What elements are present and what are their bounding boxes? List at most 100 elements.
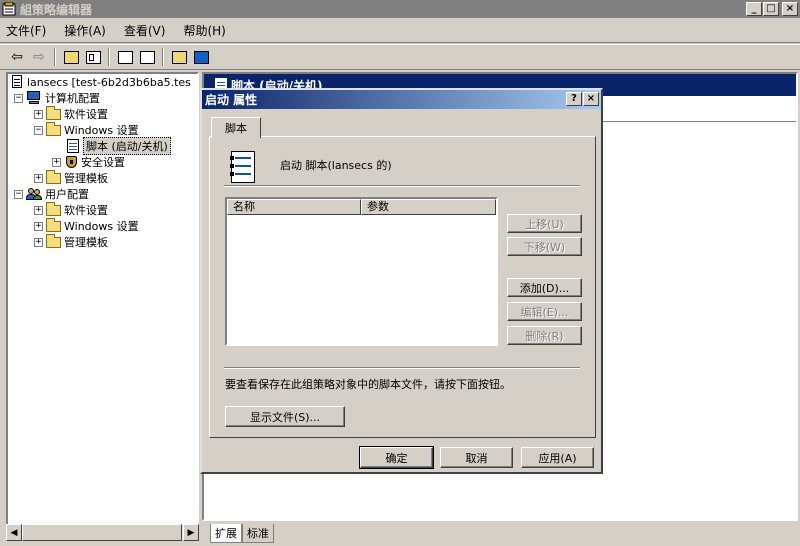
users-icon <box>26 187 42 201</box>
ok-button[interactable]: 确定 <box>359 446 434 469</box>
window-titlebar[interactable]: 組策略编辑器 _ □ × <box>0 0 800 18</box>
show-files-button[interactable]: 显示文件(S)... <box>225 406 345 427</box>
menu-action[interactable]: 操作(A) <box>64 22 106 39</box>
cancel-button[interactable]: 取消 <box>440 447 513 468</box>
folder-icon <box>46 201 61 216</box>
folder-icon <box>46 169 61 184</box>
toolbar-separator <box>108 48 110 66</box>
expand-icon[interactable]: + <box>34 221 43 231</box>
security-icon <box>64 155 78 169</box>
toolbar-separator <box>54 48 56 66</box>
dialog-title: 启动 属性 <box>205 93 258 107</box>
tree-user-config[interactable]: − 用户配置 <box>14 186 89 202</box>
dialog-titlebar[interactable]: 启动 属性 ? × <box>202 90 601 109</box>
collapse-icon[interactable]: − <box>14 93 23 103</box>
minimize-button[interactable]: _ <box>746 2 762 16</box>
tree-software-settings[interactable]: + 软件设置 <box>34 105 108 122</box>
tree-label: 管理模板 <box>64 236 108 249</box>
forward-arrow-icon: ⇨ <box>33 49 45 65</box>
close-button[interactable]: × <box>782 2 798 16</box>
forward-button[interactable]: ⇨ <box>28 47 50 67</box>
expand-icon[interactable]: + <box>34 205 43 215</box>
tree-user-software-settings[interactable]: + 软件设置 <box>34 201 108 218</box>
tree-pane-icon <box>85 50 101 64</box>
tree-label: 用户配置 <box>45 188 89 201</box>
panel-title: 启动 脚本(lansecs 的) <box>280 159 392 172</box>
maximize-button[interactable]: □ <box>763 2 779 16</box>
up-folder-icon <box>63 50 79 64</box>
scripts-tab-panel: 启动 脚本(lansecs 的) 名称 参数 上移(U) 下移(W) 添加(D)… <box>209 136 596 438</box>
scroll-right-button[interactable]: ▶ <box>183 524 199 541</box>
tree-label: 管理模板 <box>64 172 108 185</box>
tree-admin-templates[interactable]: + 管理模板 <box>34 169 108 186</box>
startup-properties-dialog: 启动 属性 ? × 脚本 启动 脚本(lansecs 的) 名称 参数 上移(U… <box>200 88 603 474</box>
tree-security-settings[interactable]: + 安全设置 <box>52 154 125 170</box>
tree-root-label: lansecs [test-6b2d3b6ba5.tes <box>27 75 191 89</box>
properties-button[interactable] <box>114 47 136 67</box>
group-policy-app-icon <box>2 1 16 16</box>
remove-button[interactable]: 删除(R) <box>507 326 582 345</box>
tree-label: Windows 设置 <box>64 124 139 137</box>
menu-file[interactable]: 文件(F) <box>6 22 46 39</box>
tree-user-windows-settings[interactable]: + Windows 设置 <box>34 217 139 234</box>
export-list-icon <box>139 50 155 64</box>
column-header-name[interactable]: 名称 <box>227 199 361 215</box>
column-header-params[interactable]: 参数 <box>361 199 496 215</box>
scripts-list[interactable]: 名称 参数 <box>225 197 498 346</box>
move-down-button[interactable]: 下移(W) <box>507 237 582 256</box>
folder-icon <box>46 121 61 136</box>
tree-windows-settings[interactable]: − Windows 设置 <box>34 121 139 138</box>
tree-computer-config[interactable]: − 计算机配置 <box>14 90 100 106</box>
expand-icon[interactable]: + <box>34 109 43 119</box>
console-tree[interactable]: lansecs [test-6b2d3b6ba5.tes − 计算机配置 + 软… <box>6 72 199 541</box>
tree-label: 计算机配置 <box>45 92 100 105</box>
folder-icon <box>46 233 61 248</box>
view-tabs: 扩展 标准 <box>202 524 798 543</box>
properties-icon <box>117 50 133 64</box>
console-view-icon <box>193 50 209 64</box>
edit-button[interactable]: 编辑(E)... <box>507 302 582 321</box>
up-level-button[interactable] <box>60 47 82 67</box>
menu-view[interactable]: 查看(V) <box>124 22 166 39</box>
dialog-help-button[interactable]: ? <box>566 92 582 106</box>
folder-icon <box>46 217 61 232</box>
window-title: 組策略编辑器 <box>20 2 93 17</box>
tree-user-admin-templates[interactable]: + 管理模板 <box>34 233 108 250</box>
expand-icon[interactable]: + <box>34 237 43 247</box>
tree-horizontal-scrollbar[interactable]: ◀ ▶ <box>6 524 199 541</box>
toolbar-separator <box>162 48 164 66</box>
export-list-button[interactable] <box>136 47 158 67</box>
tree-label: 软件设置 <box>64 108 108 121</box>
help-button[interactable] <box>168 47 190 67</box>
help-icon <box>171 50 187 64</box>
tree-scripts[interactable]: 脚本 (启动/关机) <box>66 137 171 155</box>
tab-standard[interactable]: 标准 <box>242 524 274 543</box>
collapse-icon[interactable]: − <box>34 125 43 135</box>
scroll-left-button[interactable]: ◀ <box>6 524 22 541</box>
info-text: 要查看保存在此组策略对象中的脚本文件，请按下面按钮。 <box>225 378 511 391</box>
back-button[interactable]: ⇦ <box>6 47 28 67</box>
expand-icon[interactable]: + <box>34 173 43 183</box>
tab-extended[interactable]: 扩展 <box>210 524 242 543</box>
add-button[interactable]: 添加(D)... <box>507 278 582 297</box>
expand-icon[interactable]: + <box>52 157 61 167</box>
script-document-icon <box>228 151 258 185</box>
menu-help[interactable]: 帮助(H) <box>183 22 225 39</box>
show-hide-tree-button[interactable] <box>82 47 104 67</box>
console-view-button[interactable] <box>190 47 212 67</box>
tree-label-selected: 脚本 (启动/关机) <box>83 137 171 155</box>
tab-scripts[interactable]: 脚本 <box>211 117 261 138</box>
computer-icon <box>26 91 42 105</box>
tree-label: Windows 设置 <box>64 220 139 233</box>
tree-root[interactable]: lansecs [test-6b2d3b6ba5.tes <box>10 74 191 90</box>
apply-button[interactable]: 应用(A) <box>521 447 594 468</box>
dialog-close-button[interactable]: × <box>583 92 599 106</box>
back-arrow-icon: ⇦ <box>11 49 23 65</box>
policy-icon <box>10 75 24 89</box>
scroll-thumb[interactable] <box>22 524 182 541</box>
move-up-button[interactable]: 上移(U) <box>507 214 582 233</box>
divider <box>224 367 580 369</box>
tree-label: 软件设置 <box>64 204 108 217</box>
divider <box>224 185 580 187</box>
collapse-icon[interactable]: − <box>14 189 23 199</box>
